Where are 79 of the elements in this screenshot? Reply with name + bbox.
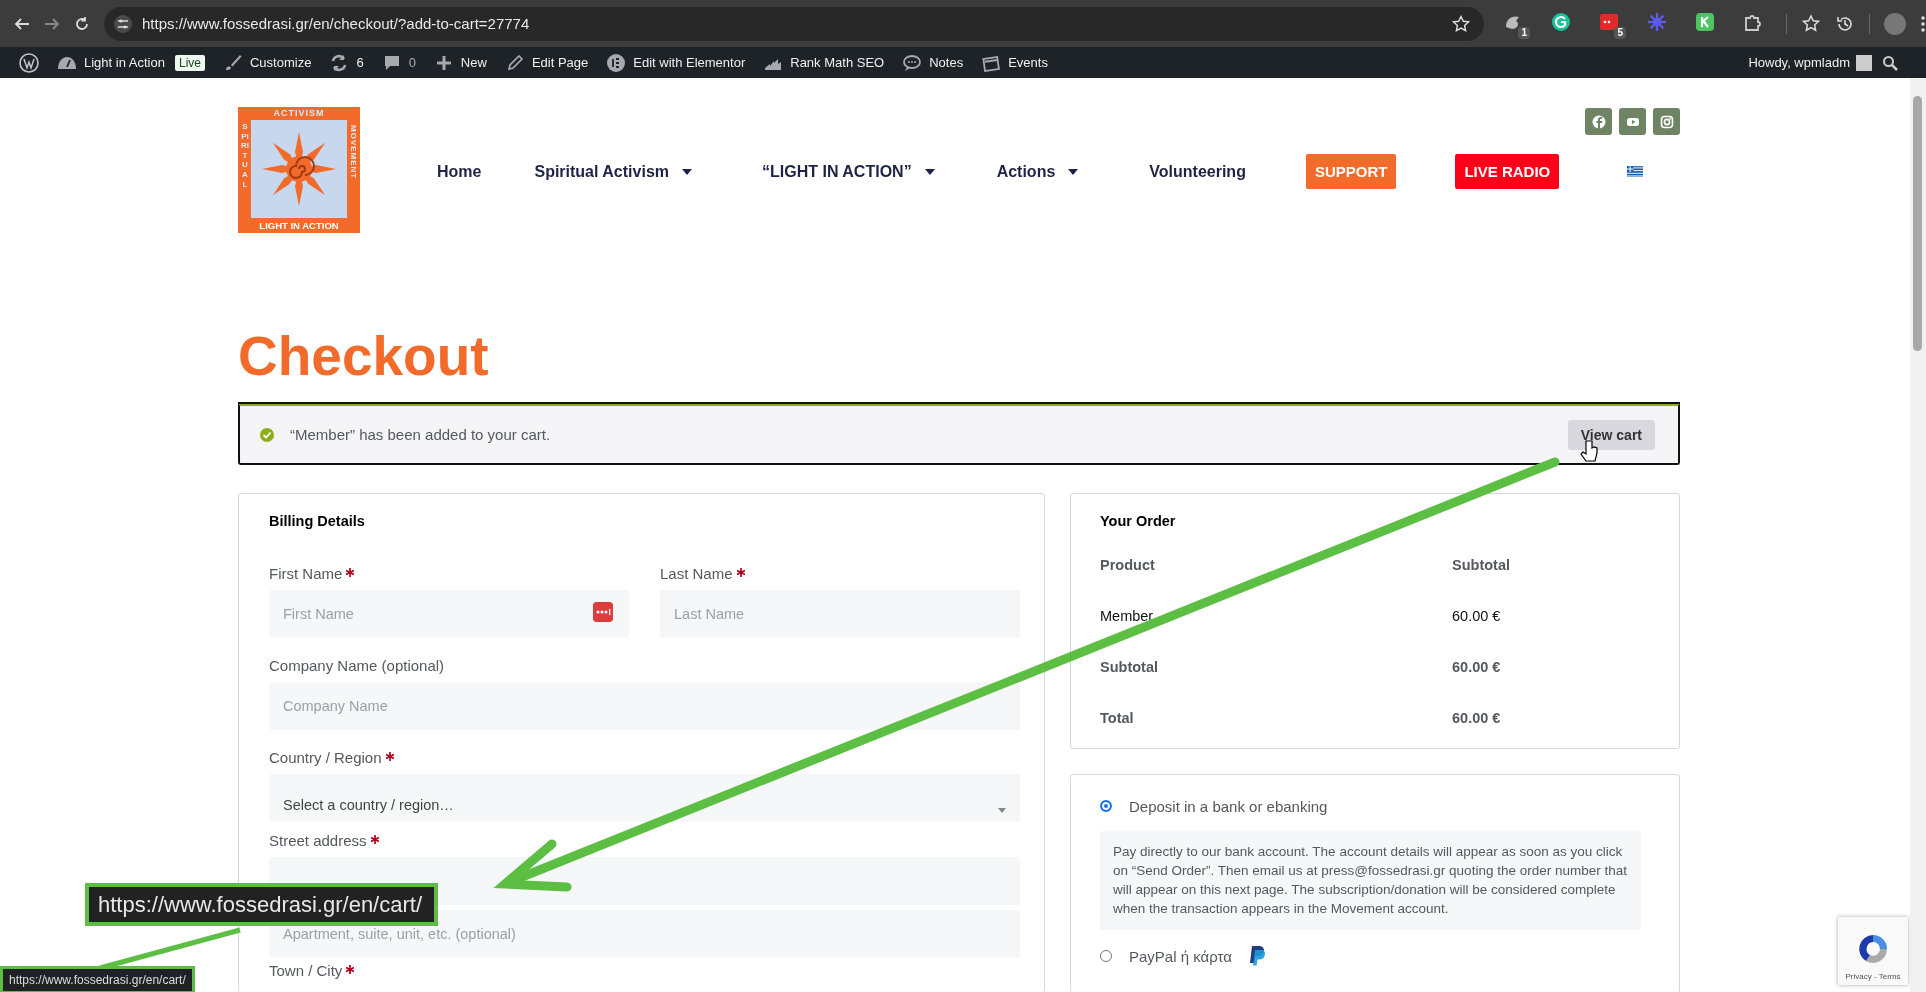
- radio-button[interactable]: [1100, 950, 1112, 962]
- required-asterisk-icon: [346, 965, 355, 974]
- field-label: First Name: [269, 565, 629, 584]
- admin-bar-item[interactable]: Rank Math SEO: [754, 47, 894, 78]
- nav-button[interactable]: LIVE RADIO: [1455, 154, 1560, 189]
- column-header: Product: [1100, 556, 1156, 573]
- payment-description: Pay directly to our bank account. The account details will appear as soon as you click on “Send Order”. Then email us at press@fossedrasi.gr quoting the order number that will appear on this next page. The subscription/donation will be considered complete when the transaction appears in the Movement account.: [1100, 831, 1641, 930]
- nav-link[interactable]: “LIGHT IN ACTION”: [762, 162, 935, 181]
- table-cell: 60.00 €: [1452, 658, 1501, 675]
- menu-icon[interactable]: [1920, 14, 1926, 33]
- caret-icon: [1068, 168, 1079, 175]
- payment-method-label[interactable]: Deposit in a bank or ebanking: [1129, 797, 1328, 815]
- bookmark-star-icon[interactable]: [1452, 14, 1470, 33]
- site-settings-icon[interactable]: [114, 14, 132, 33]
- dashboard-icon: [57, 56, 77, 69]
- field-label: Town / City: [269, 962, 1020, 981]
- star-list-icon[interactable]: [1801, 13, 1821, 34]
- admin-bar-item[interactable]: Edit Page: [495, 47, 598, 78]
- caret-icon: [682, 168, 692, 175]
- check-icon: [260, 427, 274, 442]
- caret-icon: [924, 168, 935, 175]
- recaptcha-links[interactable]: Privacy - Terms: [1845, 972, 1901, 981]
- required-asterisk-icon: [346, 568, 355, 577]
- required-asterisk-icon: [370, 835, 379, 844]
- password-manager-icon[interactable]: [593, 602, 613, 622]
- status-bar-url: https://www.fossedrasi.gr/en/cart/: [0, 966, 195, 992]
- paypal-logo-icon: [1248, 946, 1266, 966]
- admin-bar-item[interactable]: Events: [972, 47, 1057, 78]
- table-cell: 60.00 €: [1452, 607, 1501, 624]
- admin-bar-item[interactable]: 0: [372, 47, 425, 78]
- admin-bar-item[interactable]: Edit with Elementor: [597, 47, 755, 78]
- recaptcha-badge[interactable]: Privacy - Terms: [1838, 917, 1908, 985]
- profile-avatar[interactable]: [1884, 12, 1906, 35]
- account-menu[interactable]: Howdy, wpmladm: [1738, 54, 1882, 71]
- field-label: Country / Region: [269, 749, 1020, 768]
- admin-bar-item[interactable]: Customize: [213, 47, 321, 78]
- facebook-icon[interactable]: [1585, 108, 1612, 135]
- admin-bar-item[interactable]: Light in Action Live: [48, 47, 214, 78]
- search-icon[interactable]: [1882, 54, 1898, 71]
- nav-link[interactable]: Actions: [996, 162, 1079, 181]
- admin-bar-item[interactable]: Notes: [893, 47, 973, 78]
- nav-link[interactable]: Home: [437, 162, 482, 181]
- page-title: Checkout: [238, 323, 490, 389]
- field-label: Company Name (optional): [269, 657, 446, 676]
- country-select[interactable]: Select a country / region…: [269, 774, 1020, 822]
- field-label: Last Name: [660, 565, 1020, 584]
- scrollbar-thumb[interactable]: [1913, 96, 1922, 351]
- wordpress-logo-icon: [19, 52, 39, 73]
- address-bar[interactable]: https://www.fossedrasi.gr/en/checkout/?add-to-cart=27774: [104, 6, 1484, 41]
- field-label: Street address: [269, 832, 1020, 851]
- pointer-cursor-icon: [1580, 440, 1598, 462]
- back-icon[interactable]: [14, 15, 30, 32]
- dropdown-arrow-icon: [998, 808, 1006, 813]
- youtube-icon[interactable]: [1619, 108, 1646, 135]
- section-title: Your Order: [1100, 513, 1177, 529]
- speech-bubble-icon: [902, 52, 923, 73]
- instagram-icon[interactable]: [1653, 108, 1680, 135]
- table-cell-text: Total: [1100, 709, 1135, 726]
- radio-button[interactable]: [1100, 800, 1112, 812]
- admin-bar-item[interactable]: New: [424, 47, 496, 78]
- payment-method-label[interactable]: PayPal ή κάρτα: [1129, 947, 1232, 965]
- nav-link[interactable]: Spiritual Activism: [534, 162, 692, 181]
- table-cell-text: Member: [1100, 607, 1155, 624]
- reload-icon[interactable]: [74, 15, 90, 32]
- link-preview-tooltip: https://www.fossedrasi.gr/en/cart/: [85, 883, 439, 926]
- recaptcha-icon: [1856, 932, 1890, 966]
- forward-icon[interactable]: [44, 15, 60, 32]
- nav-link[interactable]: Volunteering: [1149, 162, 1246, 181]
- required-asterisk-icon: [736, 568, 745, 577]
- elementor-icon: [606, 52, 627, 73]
- notice-text: “Member” has been added to your cart.: [290, 426, 552, 443]
- greek-flag-icon[interactable]: [1627, 166, 1644, 177]
- section-title: Billing Details: [269, 513, 366, 529]
- view-cart-button[interactable]: View cart: [1567, 419, 1655, 450]
- table-cell: 60.00 €: [1452, 709, 1501, 726]
- required-asterisk-icon: [385, 752, 394, 761]
- admin-bar-item[interactable]: 6: [320, 47, 373, 78]
- table-cell-text: Subtotal: [1100, 658, 1159, 675]
- column-header: Subtotal: [1452, 556, 1510, 573]
